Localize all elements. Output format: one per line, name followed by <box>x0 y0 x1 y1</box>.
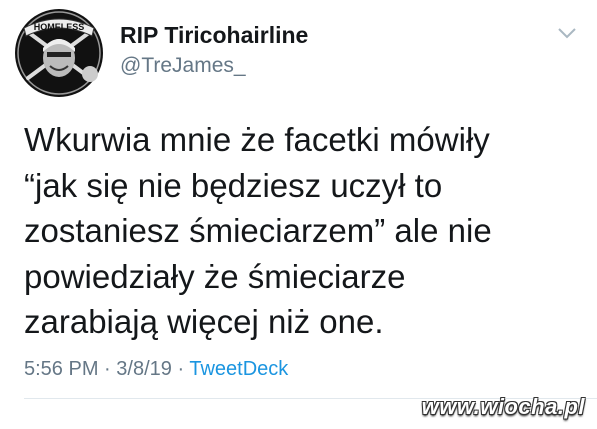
user-handle[interactable]: @TreJames_ <box>120 54 246 78</box>
tweet-card: HOMELESS RIP Tiricohairline @TreJames_ W… <box>0 0 597 429</box>
meta-separator: · <box>104 358 111 380</box>
tweet-time[interactable]: 5:56 PM <box>24 358 98 380</box>
display-name[interactable]: RIP Tiricohairline <box>120 22 308 49</box>
tweet-text-line: zostaniesz śmieciarzem” ale nie <box>24 212 492 249</box>
tweet-text: Wkurwia mnie że facetki mówiły “jak się … <box>24 117 584 345</box>
tweet-metadata: 5:56 PM · 3/8/19 · TweetDeck <box>24 358 288 381</box>
tweet-date[interactable]: 3/8/19 <box>116 358 172 380</box>
tweet-text-line: Wkurwia mnie że facetki mówiły <box>24 121 490 158</box>
tweet-text-line: “jak się nie będziesz uczył to <box>24 166 443 204</box>
chevron-down-icon[interactable] <box>556 26 578 40</box>
watermark: www.wiocha.pl <box>421 394 585 419</box>
tweet-text-line: powiedziały że śmieciarze <box>24 257 406 295</box>
avatar-banner-text: HOMELESS <box>34 22 85 32</box>
tweet-source-link[interactable]: TweetDeck <box>189 358 288 380</box>
raiders-homeless-logo-icon[interactable]: HOMELESS <box>14 8 104 98</box>
tweet-text-line: zarabiają więcej niż one. <box>24 303 384 340</box>
meta-separator: · <box>177 358 185 380</box>
